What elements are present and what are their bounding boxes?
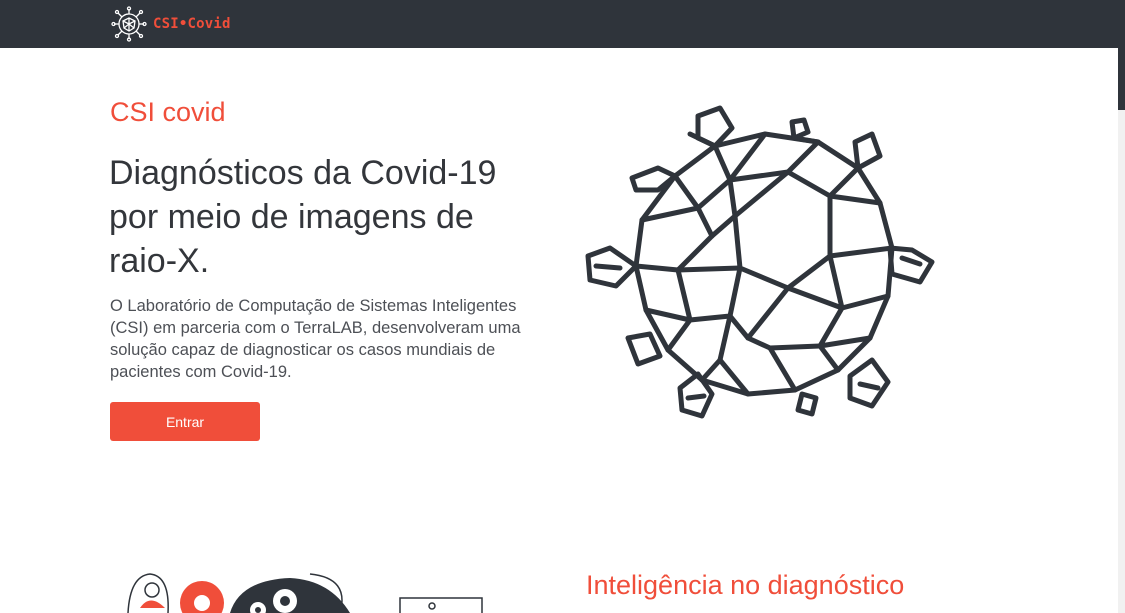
section-title-intelligence: Inteligência no diagnóstico <box>586 570 905 600</box>
people-gears-illustration <box>127 573 483 613</box>
enter-button[interactable]: Entrar <box>110 402 260 441</box>
page-scrollbar-track[interactable] <box>1118 48 1125 613</box>
page-scrollbar-thumb[interactable] <box>1118 48 1125 110</box>
coronavirus-illustration <box>585 105 935 419</box>
hero-description: O Laboratório de Computação de Sistemas … <box>110 297 521 381</box>
virus-logo-icon <box>111 6 147 42</box>
top-navbar: CSI•Covid <box>0 0 1125 48</box>
brand-link[interactable]: CSI•Covid <box>111 6 231 42</box>
hero-eyebrow: CSI covid <box>110 97 226 127</box>
hero-headline: Diagnósticos da Covid-19 por meio de ima… <box>109 154 497 280</box>
brand-name: CSI•Covid <box>153 16 231 32</box>
